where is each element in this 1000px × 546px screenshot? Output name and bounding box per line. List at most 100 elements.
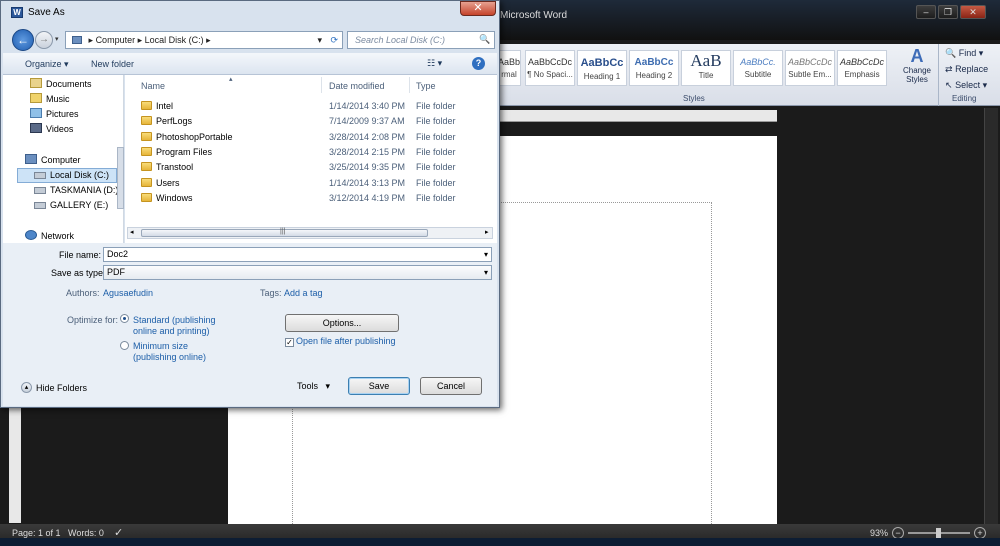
file-row[interactable]: Transtool 3/25/2014 9:35 PM File folder	[125, 160, 497, 175]
folder-icon	[141, 192, 152, 202]
radio-selected-icon	[120, 314, 129, 323]
breadcrumb-computer[interactable]: Computer	[96, 35, 136, 45]
file-date-cell: 1/14/2014 3:13 PM	[329, 177, 406, 188]
folder-icon	[141, 101, 152, 110]
optimize-minimum-radio[interactable]	[120, 341, 132, 351]
nav-pictures[interactable]: Pictures	[30, 108, 79, 119]
style-subtitle[interactable]: AaBbCc. Subtitle	[733, 50, 783, 86]
minimize-button[interactable]: –	[916, 5, 936, 19]
horizontal-scroll-thumb[interactable]: |||	[141, 228, 428, 237]
address-dropdown-icon[interactable]: ▾	[317, 32, 322, 48]
style-no-spacing[interactable]: AaBbCcDc ¶ No Spaci...	[525, 50, 575, 86]
styles-group-label: Styles	[683, 94, 705, 103]
view-options-icon[interactable]: ☷ ▾	[427, 58, 442, 69]
help-icon[interactable]: ?	[472, 57, 485, 70]
scroll-right-icon[interactable]: ▸	[485, 228, 489, 236]
hide-folders-icon[interactable]: ▴	[21, 382, 32, 393]
new-folder-button[interactable]: New folder	[91, 59, 134, 69]
nav-computer[interactable]: Computer	[25, 154, 81, 165]
replace-button[interactable]: ⇄ Replace	[945, 64, 988, 75]
file-row[interactable]: Users 1/14/2014 3:13 PM File folder	[125, 176, 497, 191]
style-heading-2[interactable]: AaBbCc Heading 2	[629, 50, 679, 86]
recent-locations-icon[interactable]: ▾	[55, 35, 59, 43]
authors-field[interactable]: Agusaefudin	[103, 288, 153, 298]
nav-documents[interactable]: Documents	[30, 78, 92, 89]
file-row[interactable]: Intel 1/14/2014 3:40 PM File folder	[125, 99, 497, 114]
nav-music[interactable]: Music	[30, 93, 70, 104]
close-window-button[interactable]: ✕	[960, 5, 986, 19]
file-type-cell: File folder	[416, 162, 456, 173]
file-row[interactable]: Program Files 3/28/2014 2:15 PM File folde…	[125, 145, 497, 160]
authors-label: Authors:	[66, 288, 100, 298]
file-name-input[interactable]: Doc2 ▾	[103, 247, 492, 262]
save-as-type-select[interactable]: PDF ▾	[103, 265, 492, 280]
style-title[interactable]: AaB Title	[681, 50, 731, 86]
file-row[interactable]: PhotoshopPortable 3/28/2014 2:08 PM File f…	[125, 130, 497, 145]
nav-gallery[interactable]: GALLERY (E:)	[34, 200, 108, 210]
music-icon	[30, 93, 42, 103]
save-as-dialog: W Save As ✕ ← → ▾ ▸ Computer ▸ Local Dis…	[0, 0, 500, 408]
tags-field[interactable]: Add a tag	[284, 288, 323, 298]
style-subtle-emphasis[interactable]: AaBbCcDc Subtle Em...	[785, 50, 835, 86]
nav-pane-scrollbar[interactable]	[117, 147, 124, 209]
address-bar[interactable]: ▸ Computer ▸ Local Disk (C:) ▸ ▾ ⟳	[65, 31, 343, 49]
optimize-standard-label[interactable]: Standard (publishing online and printing)	[133, 315, 216, 337]
hide-folders-button[interactable]: Hide Folders	[36, 383, 87, 393]
options-button[interactable]: Options...	[285, 314, 399, 332]
file-type-cell: File folder	[416, 146, 456, 157]
address-separator: ▸	[88, 35, 94, 45]
file-type-cell: File folder	[416, 192, 456, 203]
save-type-dropdown-icon[interactable]: ▾	[484, 266, 488, 279]
command-bar	[3, 53, 497, 75]
select-button[interactable]: ↖ Select ▾	[945, 80, 987, 91]
word-count[interactable]: Words: 0	[68, 528, 104, 538]
change-styles-button[interactable]: A Change Styles	[899, 46, 935, 92]
file-date-cell: 3/28/2014 2:08 PM	[329, 131, 406, 142]
file-name-dropdown-icon[interactable]: ▾	[484, 248, 488, 261]
maximize-button[interactable]: ❐	[938, 5, 958, 19]
optimize-standard-radio[interactable]	[120, 314, 132, 324]
horizontal-ruler[interactable]	[497, 110, 777, 122]
nav-taskmania[interactable]: TASKMANIA (D:)	[34, 185, 118, 195]
breadcrumb-local-disk[interactable]: Local Disk (C:)	[145, 35, 204, 45]
file-date-cell: 7/14/2009 9:37 AM	[329, 116, 405, 127]
search-input[interactable]: Search Local Disk (C:)	[347, 31, 495, 49]
word-app-icon: W	[11, 7, 23, 18]
optimize-minimum-label[interactable]: Minimum size (publishing online)	[133, 341, 206, 363]
style-emphasis[interactable]: AaBbCcDc Emphasis	[837, 50, 887, 86]
page-count[interactable]: Page: 1 of 1	[12, 528, 61, 538]
zoom-slider-thumb[interactable]	[936, 528, 941, 538]
file-row[interactable]: PerfLogs 7/14/2009 9:37 AM File folder	[125, 114, 497, 129]
vertical-ruler[interactable]	[9, 405, 21, 523]
refresh-icon[interactable]: ⟳	[330, 32, 338, 48]
folder-icon	[141, 162, 152, 172]
organize-button[interactable]: Organize ▾	[25, 59, 69, 70]
pictures-icon	[30, 108, 42, 118]
address-separator: ▸	[206, 35, 211, 45]
style-heading-1[interactable]: AaBbCc Heading 1	[577, 50, 627, 86]
file-list: Name ▴ Date modified Type Intel 1/14/2014…	[125, 75, 497, 243]
nav-videos[interactable]: Videos	[30, 123, 73, 134]
videos-icon	[30, 123, 42, 133]
checkmark-icon: ✓	[285, 338, 294, 347]
cancel-button[interactable]: Cancel	[420, 377, 482, 395]
open-after-publishing-label[interactable]: Open file after publishing	[296, 336, 396, 346]
save-button[interactable]: Save	[348, 377, 410, 395]
file-row[interactable]: Windows 3/12/2014 4:19 PM File folder	[125, 191, 497, 206]
file-name-cell: Transtool	[141, 162, 193, 172]
file-name-cell: PhotoshopPortable	[141, 131, 233, 142]
style-normal[interactable]: AaBbCcDcrmal	[497, 50, 521, 86]
forward-button[interactable]: →	[35, 31, 53, 49]
column-header-name[interactable]: Name	[141, 81, 165, 91]
nav-network[interactable]: Network	[25, 230, 74, 241]
column-header-type[interactable]: Type	[416, 81, 436, 91]
tools-button[interactable]: Tools ▾	[297, 381, 330, 392]
column-header-date[interactable]: Date modified	[329, 81, 385, 91]
document-vertical-scrollbar[interactable]	[984, 108, 998, 524]
back-button[interactable]: ←	[12, 29, 34, 51]
taskbar	[0, 538, 1000, 546]
find-button[interactable]: 🔍 Find ▾	[945, 48, 983, 59]
dialog-close-button[interactable]: ✕	[460, 1, 496, 16]
zoom-level[interactable]: 93%	[870, 528, 888, 538]
scroll-left-icon[interactable]: ◂	[130, 228, 134, 236]
